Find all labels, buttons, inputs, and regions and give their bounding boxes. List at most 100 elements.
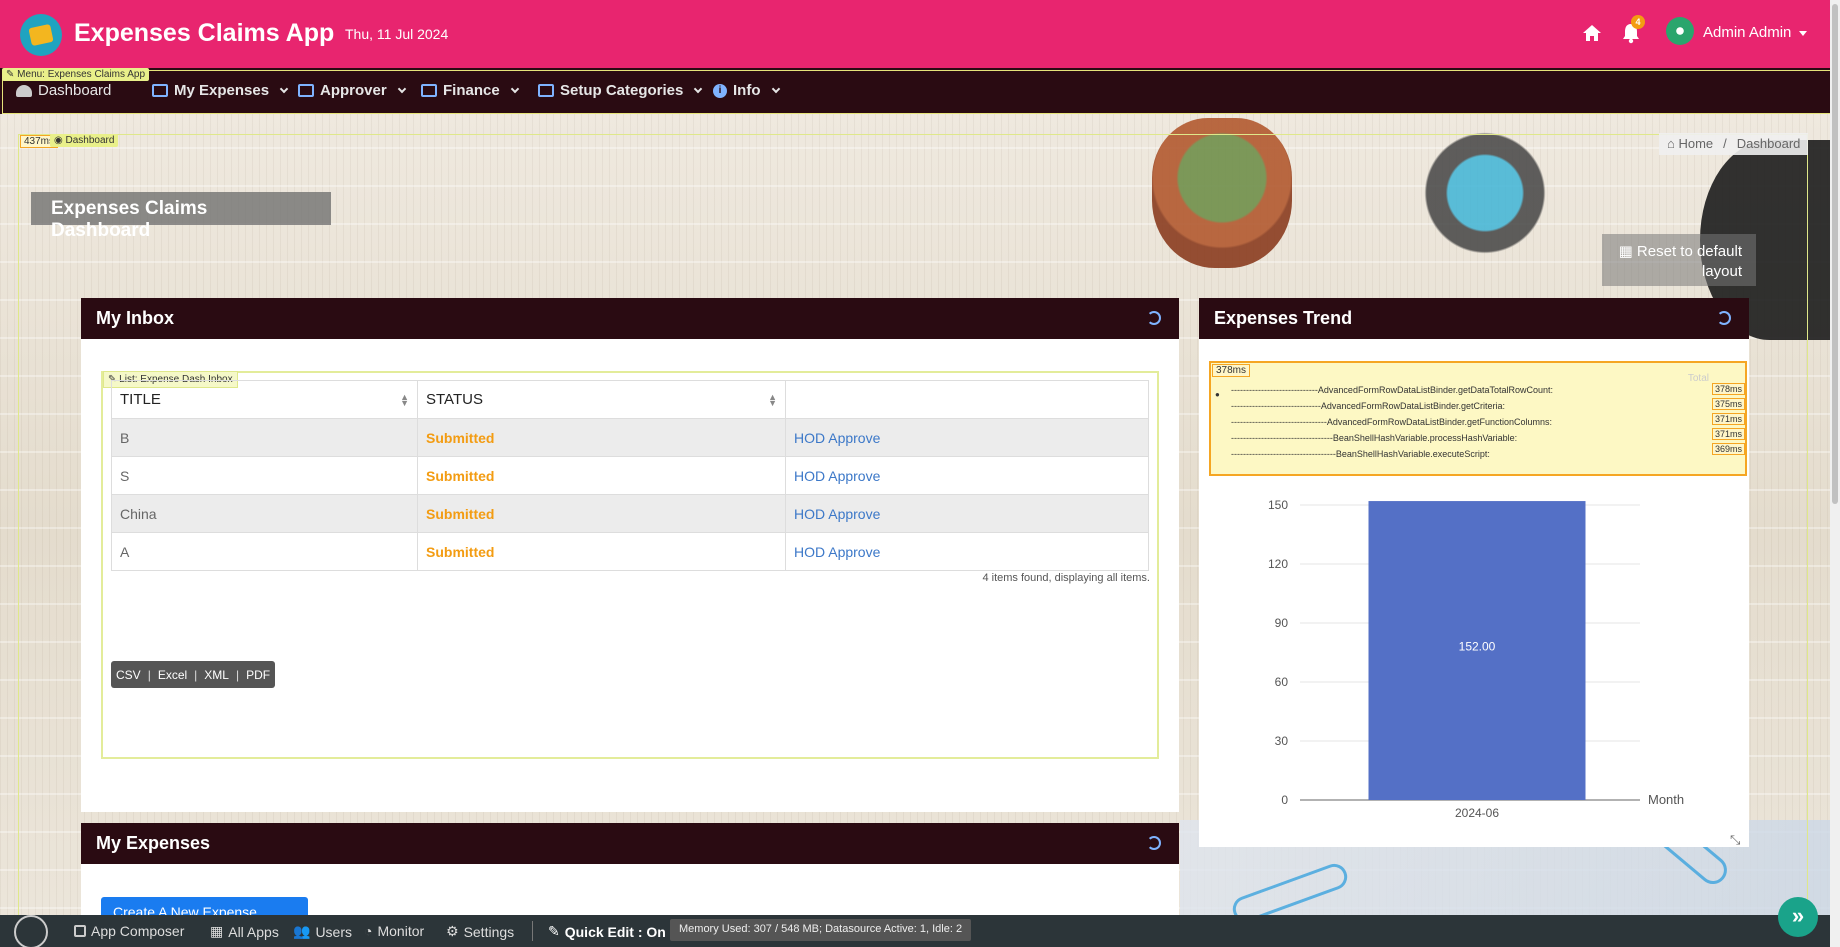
cell-status: Submitted bbox=[417, 456, 786, 495]
list-icon bbox=[152, 84, 168, 97]
breadcrumb: ⌂ Home / Dashboard bbox=[1659, 133, 1809, 155]
debug-timing-box: 378ms ● -----------------------------Adv… bbox=[1209, 361, 1747, 476]
avatar[interactable] bbox=[1666, 17, 1694, 45]
debug-time: 378ms bbox=[1711, 383, 1745, 395]
menu-item-label: Info bbox=[733, 82, 761, 99]
hod-approve-link[interactable]: HOD Approve bbox=[785, 494, 1149, 533]
quick-edit-toggle[interactable]: ✎ Quick Edit : On bbox=[548, 923, 666, 940]
sort-icon: ▲ ▼ bbox=[400, 392, 409, 408]
debug-time: 371ms bbox=[1711, 413, 1745, 425]
page-title: Expenses Claims Dashboard bbox=[31, 192, 331, 241]
settings-link[interactable]: ⚙ Settings bbox=[446, 923, 514, 940]
debug-line: --------------------------------Advanced… bbox=[1231, 417, 1553, 427]
expand-icon[interactable]: ⤡ bbox=[1730, 832, 1740, 848]
grid-icon: ▦ bbox=[210, 923, 224, 939]
debug-line: -----------------------------AdvancedFor… bbox=[1231, 385, 1554, 395]
menu-item-label: Dashboard bbox=[38, 82, 112, 99]
export-xml-button[interactable]: XML bbox=[204, 668, 229, 682]
menu-edit-tag[interactable]: ✎ Menu: Expenses Claims App bbox=[2, 68, 150, 81]
pencil-icon bbox=[74, 925, 86, 937]
debug-timing-badge: 378ms bbox=[1212, 364, 1251, 377]
chevron-down-icon bbox=[510, 84, 519, 93]
panel-title: Expenses Trend bbox=[1214, 308, 1353, 328]
pen-cup-image bbox=[1410, 118, 1560, 268]
inbox-panel-header: My Inbox bbox=[81, 298, 1179, 339]
debug-times: 378ms 375ms 371ms 371ms 369ms bbox=[1711, 383, 1745, 455]
menu-item-label: My Expenses bbox=[174, 82, 270, 99]
app-title[interactable]: Expenses Claims App bbox=[74, 19, 334, 48]
monitor-link[interactable]: ◔ Monitor bbox=[364, 923, 424, 939]
home-icon[interactable] bbox=[1582, 24, 1602, 42]
export-pdf-button[interactable]: PDF bbox=[246, 668, 270, 682]
debug-time: 371ms bbox=[1711, 428, 1745, 440]
top-header: Expenses Claims App Thu, 11 Jul 2024 4 A… bbox=[0, 0, 1840, 68]
reset-layout-button[interactable]: ▦ Reset to default layout bbox=[1602, 234, 1756, 286]
export-csv-button[interactable]: CSV bbox=[116, 668, 141, 682]
y-tick-label: 90 bbox=[1275, 616, 1289, 630]
refresh-icon[interactable] bbox=[1147, 836, 1161, 850]
cell-title: China bbox=[111, 494, 418, 533]
menu-item-info[interactable]: i Info bbox=[713, 82, 780, 99]
sort-icon: ▲ ▼ bbox=[768, 392, 777, 408]
menu-item-label: Setup Categories bbox=[560, 82, 684, 99]
menu-item-setup-categories[interactable]: Setup Categories bbox=[538, 82, 703, 99]
y-tick-label: 60 bbox=[1275, 675, 1289, 689]
cell-status: Submitted bbox=[417, 418, 786, 457]
table-row: China Submitted HOD Approve bbox=[111, 494, 1149, 533]
items-found-text: 4 items found, displaying all items. bbox=[982, 572, 1150, 584]
page-edit-tag[interactable]: ◉ Dashboard bbox=[50, 134, 119, 147]
user-menu[interactable]: Admin Admin bbox=[1703, 24, 1808, 41]
menu-item-approver[interactable]: Approver bbox=[298, 82, 406, 99]
users-link[interactable]: 👥 Users bbox=[293, 923, 352, 940]
menu-item-finance[interactable]: Finance bbox=[421, 82, 519, 99]
breadcrumb-current: Dashboard bbox=[1736, 136, 1801, 151]
table-row: B Submitted HOD Approve bbox=[111, 418, 1149, 457]
export-excel-button[interactable]: Excel bbox=[158, 668, 187, 682]
table-row: S Submitted HOD Approve bbox=[111, 456, 1149, 495]
scrollbar-thumb[interactable] bbox=[1832, 4, 1838, 504]
all-apps-link[interactable]: ▦ All Apps bbox=[210, 923, 279, 940]
list-icon bbox=[421, 84, 437, 97]
bullet: ● bbox=[1215, 390, 1220, 399]
caret-down-icon bbox=[1799, 30, 1808, 36]
column-header-title[interactable]: TITLE ▲ ▼ bbox=[111, 380, 418, 419]
list-icon bbox=[538, 84, 554, 97]
list-icon bbox=[298, 84, 314, 97]
column-header-status[interactable]: STATUS ▲ ▼ bbox=[417, 380, 786, 419]
cell-title: B bbox=[111, 418, 418, 457]
legend-hint: Total bbox=[1687, 373, 1709, 384]
info-icon: i bbox=[713, 83, 727, 98]
chevron-down-icon bbox=[279, 84, 289, 93]
debug-line: -----------------------------------BeanS… bbox=[1231, 449, 1490, 459]
refresh-icon[interactable] bbox=[1717, 311, 1731, 325]
refresh-icon[interactable] bbox=[1147, 311, 1161, 325]
debug-line: ----------------------------------BeanSh… bbox=[1231, 433, 1518, 443]
users-icon: 👥 bbox=[293, 923, 311, 939]
cell-status: Submitted bbox=[417, 494, 786, 533]
expand-panel-button[interactable]: » bbox=[1778, 897, 1818, 937]
chevron-down-icon bbox=[694, 84, 703, 93]
joget-logo[interactable] bbox=[14, 915, 48, 947]
chevron-down-icon bbox=[397, 84, 406, 93]
dashboard-icon: ◔ bbox=[364, 923, 373, 939]
table-row: A Submitted HOD Approve bbox=[111, 532, 1149, 571]
cell-status: Submitted bbox=[417, 532, 786, 571]
trend-panel-header: Expenses Trend bbox=[1199, 298, 1749, 339]
admin-bottom-bar: App Composer ▦ All Apps 👥 Users ◔ Monitor ⚙… bbox=[0, 915, 1840, 947]
hod-approve-link[interactable]: HOD Approve bbox=[785, 418, 1149, 457]
app-logo[interactable] bbox=[20, 14, 62, 56]
export-bar: CSV | Excel | XML | PDF bbox=[111, 661, 276, 688]
expenses-trend-chart: 0 30 60 90 120 150 152.00 2024-06 Month bbox=[1268, 498, 1684, 820]
table-header-row: TITLE ▲ ▼ STATUS ▲ ▼ bbox=[111, 380, 1149, 419]
panel-title: My Inbox bbox=[96, 308, 175, 328]
breadcrumb-separator: / bbox=[1723, 136, 1727, 151]
menu-item-dashboard[interactable]: Dashboard bbox=[16, 82, 111, 99]
app-composer-link[interactable]: App Composer bbox=[74, 923, 184, 939]
debug-time: 375ms bbox=[1711, 398, 1745, 410]
breadcrumb-home[interactable]: ⌂ Home bbox=[1667, 136, 1713, 152]
hod-approve-link[interactable]: HOD Approve bbox=[785, 456, 1149, 495]
cactus-image bbox=[1152, 118, 1292, 268]
menu-item-my-expenses[interactable]: My Expenses bbox=[152, 82, 289, 99]
hod-approve-link[interactable]: HOD Approve bbox=[785, 532, 1149, 571]
dashboard-icon bbox=[16, 84, 32, 97]
